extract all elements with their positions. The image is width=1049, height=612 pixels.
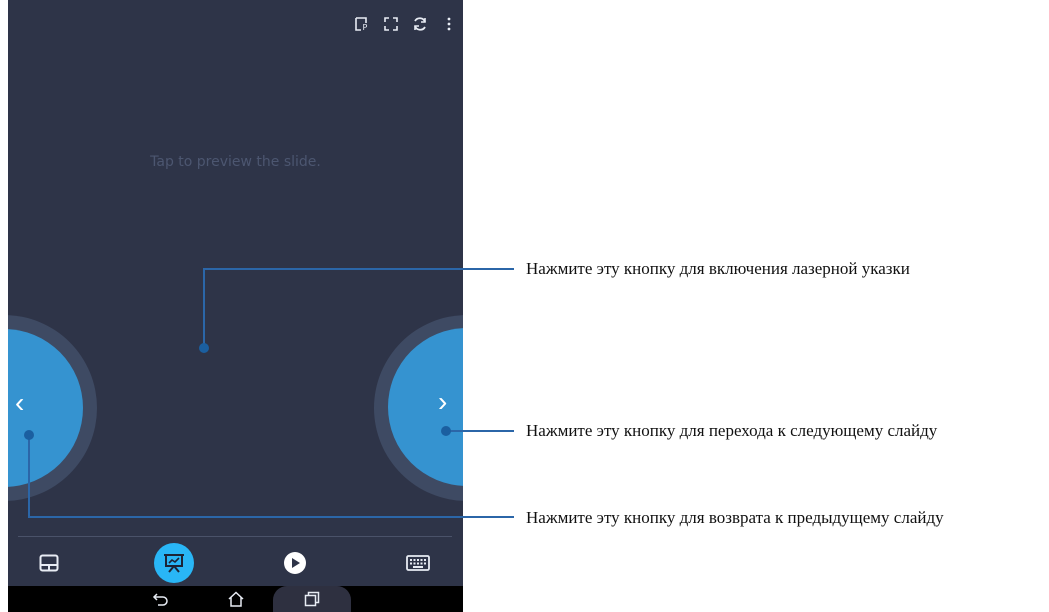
recent-apps-icon xyxy=(304,591,320,607)
laser-pointer-icon: P xyxy=(354,17,367,32)
app-screen: Tap to preview the slide. P ‹ › xyxy=(8,0,463,612)
toolbar-divider xyxy=(18,536,452,537)
top-toolbar: P xyxy=(347,10,463,38)
home-icon xyxy=(228,591,244,607)
next-callout-dot xyxy=(441,426,451,436)
laser-callout-label: Нажмите эту кнопку для включения лазерно… xyxy=(526,259,910,278)
touchpad-button[interactable] xyxy=(29,543,69,583)
play-button[interactable] xyxy=(275,543,315,583)
recent-apps-button[interactable] xyxy=(273,586,351,612)
prev-callout-line-horizontal xyxy=(28,516,514,518)
refresh-button[interactable] xyxy=(405,10,434,38)
chevron-right-icon: › xyxy=(438,386,448,417)
next-callout-line xyxy=(448,430,514,432)
laser-callout-line-horizontal xyxy=(203,268,514,270)
laser-pointer-button[interactable]: P xyxy=(347,10,376,38)
presentation-button[interactable] xyxy=(154,543,194,583)
laser-callout-line xyxy=(203,268,205,348)
prev-callout-line xyxy=(28,435,30,518)
keyboard-button[interactable] xyxy=(398,543,438,583)
svg-text:P: P xyxy=(362,23,367,32)
fullscreen-button[interactable] xyxy=(376,10,405,38)
presentation-icon xyxy=(164,554,184,573)
home-button[interactable] xyxy=(221,586,251,612)
fullscreen-icon xyxy=(383,17,398,31)
preview-hint: Tap to preview the slide. xyxy=(150,154,321,170)
more-options-button[interactable] xyxy=(434,10,463,38)
system-navigation-bar xyxy=(8,586,463,612)
next-callout-label: Нажмите эту кнопку для перехода к следую… xyxy=(526,421,938,440)
keyboard-icon xyxy=(406,555,430,571)
prev-callout-dot xyxy=(24,430,34,440)
touchpad-icon xyxy=(39,554,59,572)
prev-callout-label: Нажмите эту кнопку для возврата к предыд… xyxy=(526,508,944,527)
laser-callout-dot xyxy=(199,343,209,353)
play-icon xyxy=(284,552,306,574)
refresh-icon xyxy=(413,17,426,31)
back-button[interactable] xyxy=(146,586,176,612)
back-icon xyxy=(152,593,168,606)
chevron-left-icon: ‹ xyxy=(15,387,25,418)
bottom-toolbar xyxy=(8,540,463,586)
more-options-icon xyxy=(447,17,450,31)
